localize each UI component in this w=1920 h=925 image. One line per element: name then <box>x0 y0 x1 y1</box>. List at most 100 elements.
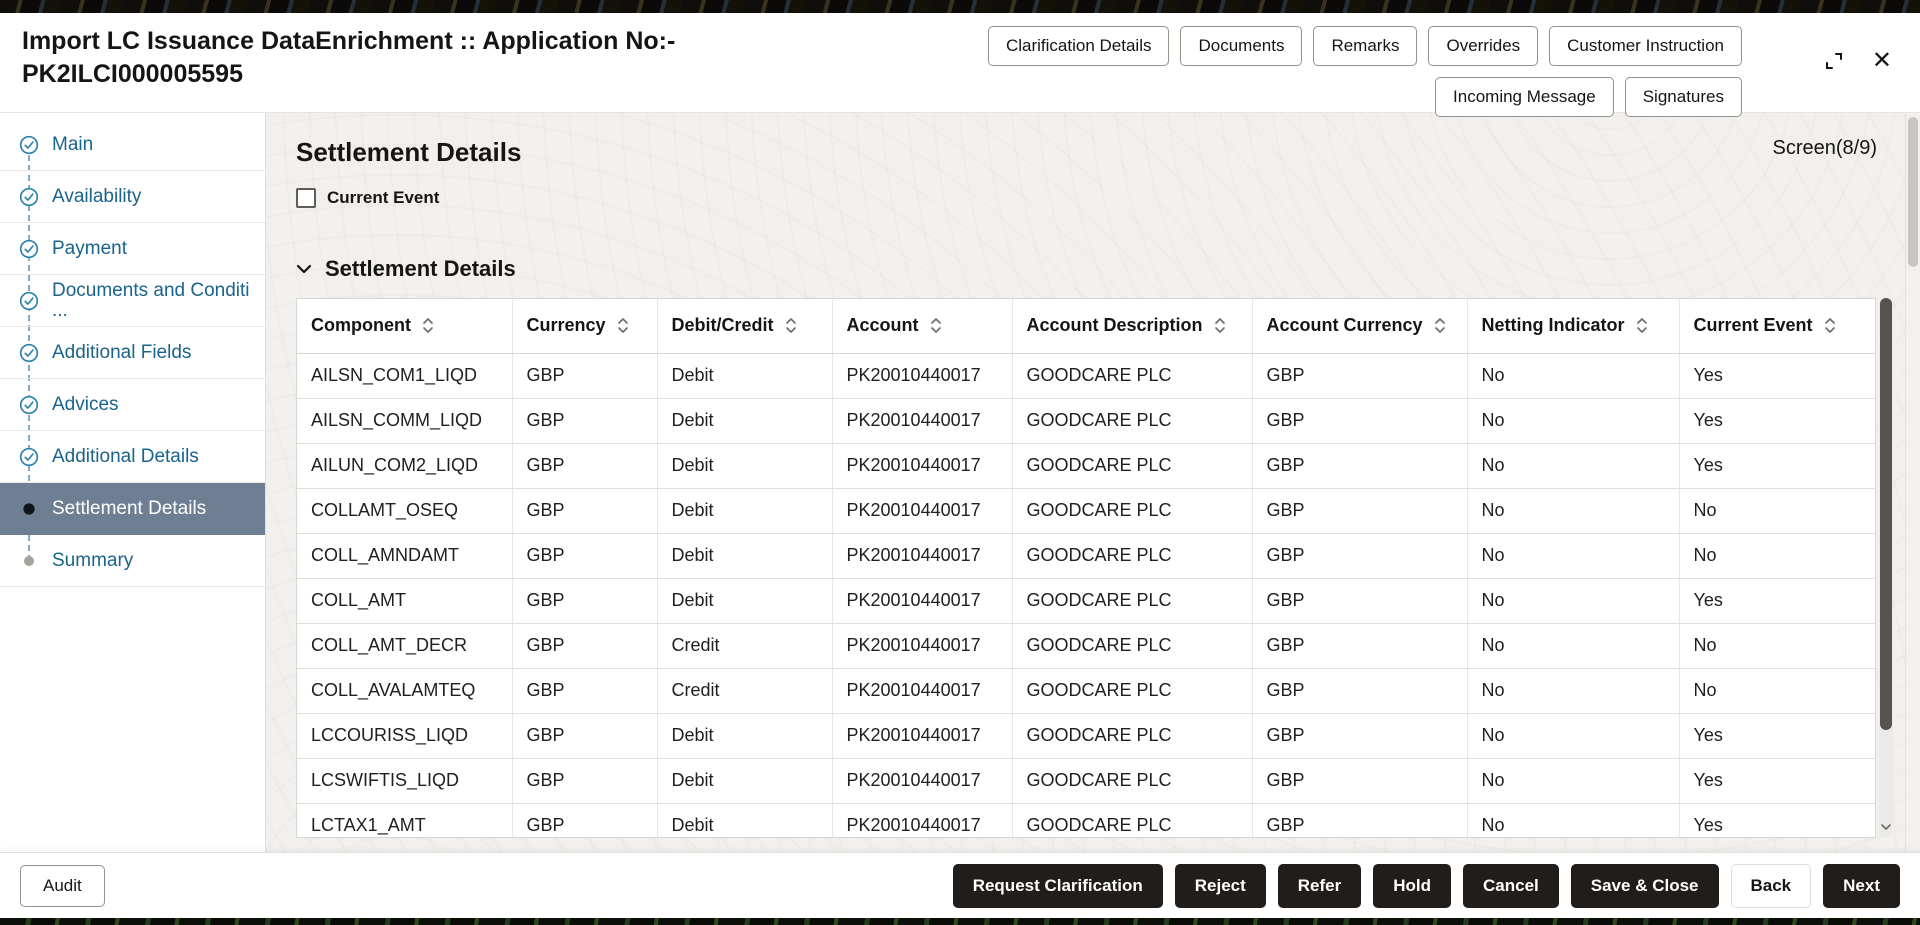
next-button[interactable]: Next <box>1823 863 1900 908</box>
main-area: Main Availability Payment Documents and Con… <box>0 113 1920 852</box>
content-top: Settlement Details Screen(8/9) <box>296 137 1893 168</box>
table-cell: No <box>1467 803 1680 837</box>
table-scrollbar-thumb[interactable] <box>1880 298 1892 730</box>
table-row[interactable]: COLLAMT_OSEQ GBP Debit PK20010440017 GOODCAR… <box>297 488 1875 534</box>
table-row[interactable]: COLL_AMNDAMT GBP Debit PK20010440017 GOODCAR… <box>297 533 1875 579</box>
table-cell: GOODCARE PLC <box>1012 578 1253 624</box>
documents-button[interactable]: Documents <box>1180 26 1303 66</box>
table-cell: GBP <box>1252 488 1468 534</box>
table-cell: PK20010440017 <box>832 443 1013 489</box>
table-header-row: Component Currency Debit/Credit Account Acco… <box>297 299 1875 354</box>
table-cell: GBP <box>1252 578 1468 624</box>
table-cell: No <box>1467 533 1680 579</box>
table-cell: GBP <box>512 578 658 624</box>
step-complete-icon <box>19 343 39 363</box>
table-row[interactable]: LCSWIFTIS_LIQD GBP Debit PK20010440017 GOODC… <box>297 758 1875 804</box>
sidebar-item-payment[interactable]: Payment <box>0 223 265 275</box>
table-row[interactable]: LCTAX1_AMT GBP Debit PK20010440017 GOODCARE … <box>297 803 1875 837</box>
step-complete-icon <box>19 291 39 311</box>
table-cell: No <box>1467 353 1680 399</box>
column-header-netting-indicator[interactable]: Netting Indicator <box>1467 299 1680 354</box>
sidebar-item-documents-and-conditi[interactable]: Documents and Conditi ... <box>0 275 265 327</box>
sidebar-item-label: Payment <box>52 237 127 259</box>
cancel-button[interactable]: Cancel <box>1463 863 1559 908</box>
table-cell: PK20010440017 <box>832 758 1013 804</box>
sidebar-item-label: Settlement Details <box>52 497 207 519</box>
sidebar-item-summary[interactable]: Summary <box>0 535 265 587</box>
window-controls: ✕ <box>1824 49 1892 73</box>
table-cell: GOODCARE PLC <box>1012 398 1253 444</box>
column-header-currency[interactable]: Currency <box>512 299 658 354</box>
sort-icon <box>617 317 629 334</box>
table-row[interactable]: AILUN_COM2_LIQD GBP Debit PK20010440017 GOOD… <box>297 443 1875 489</box>
sidebar-item-availability[interactable]: Availability <box>0 171 265 223</box>
column-header-account[interactable]: Account <box>832 299 1013 354</box>
table-cell: COLL_AVALAMTEQ <box>297 668 513 714</box>
signatures-button[interactable]: Signatures <box>1624 77 1742 117</box>
request-clarification-button[interactable]: Request Clarification <box>952 863 1163 908</box>
sort-icon <box>1434 317 1446 334</box>
sort-icon <box>1214 317 1226 334</box>
table-row[interactable]: COLL_AMT GBP Debit PK20010440017 GOODCARE PL… <box>297 578 1875 624</box>
footer-actions: Request Clarification Reject Refer Hold Canc… <box>952 863 1900 908</box>
table-cell: Debit <box>657 488 833 534</box>
desktop-strip-top <box>0 0 1920 13</box>
sidebar-item-advices[interactable]: Advices <box>0 379 265 431</box>
table-cell: COLL_AMT <box>297 578 513 624</box>
page-scrollbar[interactable] <box>1905 113 1920 852</box>
table-row[interactable]: LCCOURISS_LIQD GBP Debit PK20010440017 GOODC… <box>297 713 1875 759</box>
table-cell: No <box>1679 623 1875 669</box>
incoming-message-button[interactable]: Incoming Message <box>1435 77 1614 117</box>
section-collapse-icon[interactable] <box>296 264 312 274</box>
sort-icon <box>930 317 942 334</box>
remarks-button[interactable]: Remarks <box>1313 26 1418 66</box>
back-button[interactable]: Back <box>1730 863 1812 908</box>
save-close-button[interactable]: Save & Close <box>1570 863 1719 908</box>
table-cell: PK20010440017 <box>832 488 1013 534</box>
sidebar-item-settlement-details[interactable]: Settlement Details <box>0 483 265 535</box>
reject-button[interactable]: Reject <box>1174 863 1266 908</box>
table-scrollbar[interactable] <box>1879 298 1893 838</box>
table-cell: GBP <box>1252 803 1468 837</box>
clarification-details-button[interactable]: Clarification Details <box>987 26 1170 66</box>
step-active-icon <box>19 499 39 519</box>
table-body: AILSN_COM1_LIQD GBP Debit PK20010440017 GOOD… <box>297 353 1875 837</box>
sidebar-item-label: Advices <box>52 393 119 415</box>
table-cell: PK20010440017 <box>832 803 1013 837</box>
current-event-checkbox[interactable] <box>296 188 316 208</box>
table-cell: GOODCARE PLC <box>1012 803 1253 837</box>
audit-button[interactable]: Audit <box>20 864 105 907</box>
sidebar: Main Availability Payment Documents and Con… <box>0 113 266 852</box>
page-scrollbar-thumb[interactable] <box>1908 117 1918 267</box>
sidebar-item-additional-fields[interactable]: Additional Fields <box>0 327 265 379</box>
table-cell: GBP <box>1252 623 1468 669</box>
overrides-button[interactable]: Overrides <box>1428 26 1539 66</box>
expand-icon[interactable] <box>1824 51 1844 71</box>
customer-instruction-button[interactable]: Customer Instruction <box>1549 26 1742 66</box>
hold-button[interactable]: Hold <box>1373 863 1452 908</box>
table-row[interactable]: AILSN_COM1_LIQD GBP Debit PK20010440017 GOOD… <box>297 353 1875 399</box>
column-header-label: Debit/Credit <box>671 315 774 336</box>
column-header-component[interactable]: Component <box>297 299 513 354</box>
table-row[interactable]: AILSN_COMM_LIQD GBP Debit PK20010440017 GOOD… <box>297 398 1875 444</box>
column-header-label: Current Event <box>1693 315 1813 336</box>
table-cell: COLL_AMNDAMT <box>297 533 513 579</box>
table-row[interactable]: COLL_AVALAMTEQ GBP Credit PK20010440017 GOOD… <box>297 668 1875 714</box>
scroll-down-icon[interactable] <box>1880 818 1892 836</box>
column-header-account-currency[interactable]: Account Currency <box>1252 299 1468 354</box>
column-header-account-description[interactable]: Account Description <box>1012 299 1253 354</box>
table-cell: GBP <box>512 398 658 444</box>
table-cell: COLL_AMT_DECR <box>297 623 513 669</box>
table-row[interactable]: COLL_AMT_DECR GBP Credit PK20010440017 GOODC… <box>297 623 1875 669</box>
column-header-current-event[interactable]: Current Event <box>1679 299 1875 354</box>
table-cell: No <box>1467 578 1680 624</box>
close-icon[interactable]: ✕ <box>1872 49 1892 73</box>
column-header-label: Netting Indicator <box>1481 315 1625 336</box>
sidebar-item-additional-details[interactable]: Additional Details <box>0 431 265 483</box>
table-cell: Credit <box>657 668 833 714</box>
column-header-debit-credit[interactable]: Debit/Credit <box>657 299 833 354</box>
table-cell: Debit <box>657 713 833 759</box>
table-cell: No <box>1467 758 1680 804</box>
sidebar-item-main[interactable]: Main <box>0 119 265 171</box>
refer-button[interactable]: Refer <box>1277 863 1362 908</box>
